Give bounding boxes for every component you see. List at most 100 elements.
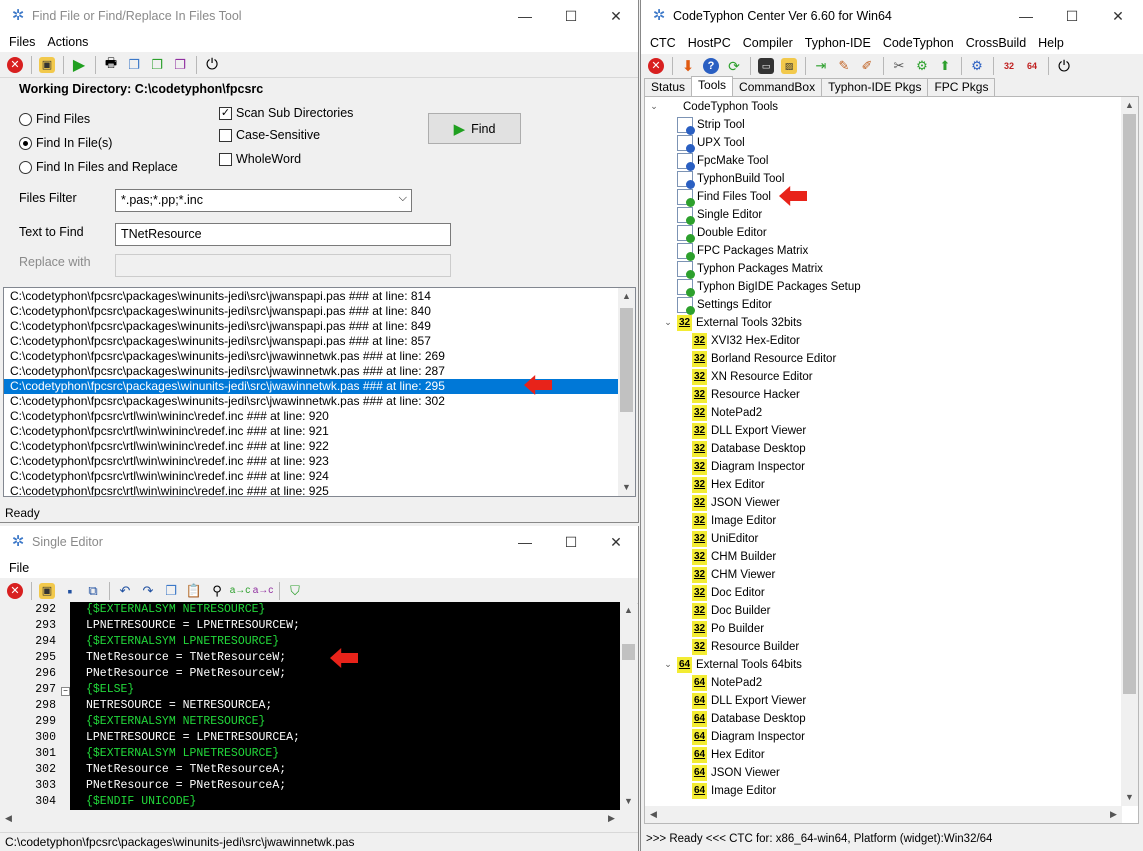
- code-editor[interactable]: {$EXTERNALSYM NETRESOURCE} LPNETRESOURCE …: [70, 602, 620, 810]
- tools-icon[interactable]: ✂: [888, 55, 910, 77]
- tree-item-ext32[interactable]: 32 Database Desktop: [692, 440, 806, 458]
- image-icon[interactable]: ▨: [778, 55, 800, 77]
- menu-typhon-ide[interactable]: Typhon-IDE: [799, 36, 877, 50]
- whole-word-checkbox[interactable]: WholeWord: [219, 152, 301, 166]
- result-row[interactable]: C:\codetyphon\fpcsrc\rtl\win\wininc\rede…: [4, 484, 635, 496]
- open-folder-icon[interactable]: ▣: [36, 54, 58, 76]
- scroll-up-icon[interactable]: ▲: [618, 288, 635, 305]
- help-icon[interactable]: ?: [700, 55, 722, 77]
- tree-item-ext32[interactable]: 32 NotePad2: [692, 404, 762, 422]
- scroll-left-icon[interactable]: ◀: [0, 810, 17, 827]
- find-window-titlebar[interactable]: ✲ Find File or Find/Replace In Files Too…: [0, 0, 638, 32]
- tree-item-tool[interactable]: FPC Packages Matrix: [677, 242, 808, 261]
- tree-item-ext32[interactable]: 32 Resource Builder: [692, 638, 799, 656]
- replace-all-icon[interactable]: a→c: [252, 580, 274, 602]
- result-row[interactable]: C:\codetyphon\fpcsrc\packages\winunits-j…: [4, 364, 635, 379]
- scroll-down-icon[interactable]: ▼: [618, 479, 635, 496]
- copy-purple-icon[interactable]: ❐: [169, 54, 191, 76]
- tree-item-ext64[interactable]: 64 DLL Export Viewer: [692, 692, 806, 710]
- tree-hscrollbar[interactable]: ◀ ▶: [645, 806, 1122, 823]
- tab-status[interactable]: Status: [644, 78, 693, 96]
- tree-expander-icon[interactable]: ⌄: [663, 317, 673, 327]
- tree-item-ext32[interactable]: 32 XVI32 Hex-Editor: [692, 332, 800, 350]
- find-files-radio[interactable]: Find Files: [19, 112, 90, 126]
- tree-item-tool[interactable]: TyphonBuild Tool: [677, 170, 784, 189]
- scroll-up-icon[interactable]: ▲: [620, 602, 637, 619]
- result-row[interactable]: C:\codetyphon\fpcsrc\packages\winunits-j…: [4, 289, 635, 304]
- tree-item-ext32[interactable]: 32 UniEditor: [692, 530, 758, 548]
- tree-item-ext64[interactable]: 64 Hex Editor: [692, 746, 765, 764]
- build-icon[interactable]: ⚙: [911, 55, 933, 77]
- replace-icon[interactable]: a→c: [229, 580, 251, 602]
- scroll-up-icon[interactable]: ▲: [1121, 97, 1138, 114]
- tab-tools[interactable]: Tools: [691, 76, 734, 96]
- minimize-button[interactable]: —: [502, 0, 548, 32]
- text-to-find-input[interactable]: TNetResource: [115, 223, 451, 246]
- editor-hscrollbar[interactable]: ◀ ▶: [0, 810, 620, 827]
- find-binoculars-icon[interactable]: ⚲: [206, 580, 228, 602]
- install-icon[interactable]: ⬆: [934, 55, 956, 77]
- scroll-right-icon[interactable]: ▶: [603, 810, 620, 827]
- scroll-thumb[interactable]: [620, 308, 633, 412]
- menu-actions[interactable]: Actions: [41, 35, 94, 49]
- tree-item-tool[interactable]: Find Files Tool: [677, 188, 771, 207]
- menu-codetyphon[interactable]: CodeTyphon: [877, 36, 960, 50]
- tree-group-64bit[interactable]: 64 External Tools 64bits: [677, 656, 802, 674]
- ctc-titlebar[interactable]: ✲ CodeTyphon Center Ver 6.60 for Win64 —…: [641, 0, 1143, 32]
- menu-ctc[interactable]: CTC: [644, 36, 682, 50]
- copy-green-icon[interactable]: ❐: [146, 54, 168, 76]
- result-row[interactable]: C:\codetyphon\fpcsrc\rtl\win\wininc\rede…: [4, 409, 635, 424]
- tree-item-ext32[interactable]: 32 Borland Resource Editor: [692, 350, 836, 368]
- import-icon[interactable]: ⇥: [810, 55, 832, 77]
- maximize-button[interactable]: ☐: [548, 526, 594, 558]
- tree-item-ext32[interactable]: 32 Doc Builder: [692, 602, 770, 620]
- files-filter-combo[interactable]: *.pas;*.pp;*.inc ⌵: [115, 189, 412, 212]
- run-icon[interactable]: ▶: [68, 54, 90, 76]
- scan-sub-checkbox[interactable]: ✓ Scan Sub Directories: [219, 106, 353, 120]
- chevron-down-icon[interactable]: ⌵: [399, 192, 407, 205]
- paste-icon[interactable]: 📋: [183, 580, 205, 602]
- result-row[interactable]: C:\codetyphon\fpcsrc\rtl\win\wininc\rede…: [4, 454, 635, 469]
- settings-icon[interactable]: ⚙: [966, 55, 988, 77]
- undo-icon[interactable]: ↶: [114, 580, 136, 602]
- case-sensitive-checkbox[interactable]: Case-Sensitive: [219, 128, 320, 142]
- result-row[interactable]: C:\codetyphon\fpcsrc\packages\winunits-j…: [4, 394, 635, 409]
- maximize-button[interactable]: ☐: [548, 0, 594, 32]
- find-and-replace-radio[interactable]: Find In Files and Replace: [19, 160, 178, 174]
- tree-item-tool[interactable]: FpcMake Tool: [677, 152, 768, 171]
- tree-group-32bit[interactable]: 32 External Tools 32bits: [677, 314, 802, 332]
- checkbox-box[interactable]: [219, 152, 232, 166]
- menu-compiler[interactable]: Compiler: [737, 36, 799, 50]
- replace-with-input[interactable]: [115, 254, 451, 277]
- menu-file[interactable]: File: [3, 561, 35, 575]
- tab-typhon-ide-pkgs[interactable]: Typhon-IDE Pkgs: [821, 78, 929, 96]
- find-in-files-radio[interactable]: Find In File(s): [19, 136, 112, 150]
- stop-icon[interactable]: ✕: [645, 55, 667, 77]
- tree-item-tool[interactable]: Double Editor: [677, 224, 767, 243]
- refresh-icon[interactable]: ⟳: [723, 55, 745, 77]
- result-row[interactable]: C:\codetyphon\fpcsrc\packages\winunits-j…: [4, 349, 635, 364]
- results-scrollbar[interactable]: ▲ ▼: [618, 288, 635, 496]
- checkbox-box[interactable]: [219, 128, 232, 142]
- redo-icon[interactable]: ↷: [137, 580, 159, 602]
- editor-titlebar[interactable]: ✲ Single Editor — ☐ ✕: [0, 526, 638, 558]
- maximize-button[interactable]: ☐: [1049, 0, 1095, 32]
- tree-expander-icon[interactable]: ⌄: [663, 659, 673, 669]
- tree-item-ext32[interactable]: 32 JSON Viewer: [692, 494, 780, 512]
- tree-item-ext32[interactable]: 32 XN Resource Editor: [692, 368, 813, 386]
- scroll-thumb[interactable]: [1123, 114, 1136, 694]
- copy-icon[interactable]: ❐: [160, 580, 182, 602]
- clean-icon[interactable]: ✎: [833, 55, 855, 77]
- radio-circle-selected[interactable]: [19, 136, 32, 150]
- tab-fpc-pkgs[interactable]: FPC Pkgs: [927, 78, 996, 96]
- save-as-icon[interactable]: ⧉: [82, 580, 104, 602]
- tree-item-ext32[interactable]: 32 Hex Editor: [692, 476, 765, 494]
- shield-icon[interactable]: ⛉: [284, 580, 306, 602]
- tree-item-ext32[interactable]: 32 DLL Export Viewer: [692, 422, 806, 440]
- scroll-down-icon[interactable]: ▼: [1121, 789, 1138, 806]
- scroll-left-icon[interactable]: ◀: [645, 806, 662, 823]
- menu-crossbuild[interactable]: CrossBuild: [960, 36, 1032, 50]
- tree-item-ext32[interactable]: 32 Resource Hacker: [692, 386, 800, 404]
- scroll-down-icon[interactable]: ▼: [620, 793, 637, 810]
- result-row[interactable]: C:\codetyphon\fpcsrc\rtl\win\wininc\rede…: [4, 469, 635, 484]
